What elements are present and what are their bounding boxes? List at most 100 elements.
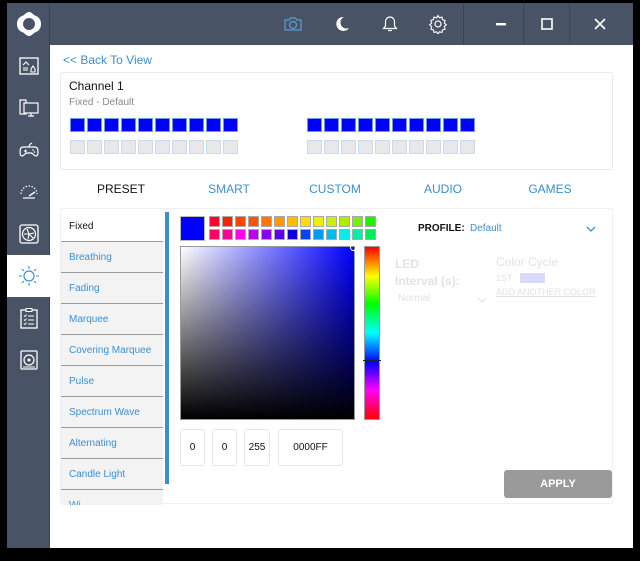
- hue-slider-marker[interactable]: [363, 360, 381, 361]
- led-indicator-lit[interactable]: [426, 118, 441, 132]
- led-indicator-lit[interactable]: [172, 118, 187, 132]
- color-swatch[interactable]: [274, 229, 285, 240]
- notifications-button[interactable]: [368, 3, 412, 45]
- led-indicator-lit[interactable]: [104, 118, 119, 132]
- preset-item[interactable]: Breathing: [61, 242, 163, 273]
- red-input[interactable]: 0: [180, 429, 205, 466]
- color-swatch[interactable]: [313, 229, 324, 240]
- led-indicator-lit[interactable]: [307, 118, 322, 132]
- led-indicator-lit[interactable]: [324, 118, 339, 132]
- preset-item[interactable]: Pulse: [61, 366, 163, 397]
- blue-input[interactable]: 255: [244, 429, 270, 466]
- led-indicator-unlit[interactable]: [426, 140, 441, 154]
- led-indicator-unlit[interactable]: [324, 140, 339, 154]
- led-indicator-lit[interactable]: [223, 118, 238, 132]
- close-button[interactable]: [578, 3, 622, 45]
- color-swatch[interactable]: [339, 229, 350, 240]
- green-input[interactable]: 0: [212, 429, 237, 466]
- color-swatch[interactable]: [261, 216, 272, 227]
- color-swatch[interactable]: [300, 216, 311, 227]
- led-indicator-lit[interactable]: [341, 118, 356, 132]
- led-indicator-unlit[interactable]: [155, 140, 170, 154]
- add-another-color-link[interactable]: ADD ANOTHER COLOR: [496, 287, 596, 297]
- preset-item[interactable]: Candle Light: [61, 459, 163, 490]
- led-indicator-unlit[interactable]: [138, 140, 153, 154]
- color-swatch[interactable]: [222, 216, 233, 227]
- led-indicator-lit[interactable]: [375, 118, 390, 132]
- led-indicator-unlit[interactable]: [172, 140, 187, 154]
- sidebar-item-performance[interactable]: [7, 171, 50, 213]
- profile-dropdown-toggle[interactable]: [585, 221, 597, 239]
- dark-mode-button[interactable]: [320, 3, 364, 45]
- app-logo[interactable]: [7, 3, 50, 45]
- preset-item[interactable]: Covering Marquee: [61, 335, 163, 366]
- led-indicator-unlit[interactable]: [460, 140, 475, 154]
- color-swatch[interactable]: [352, 216, 363, 227]
- color-swatch[interactable]: [209, 229, 220, 240]
- color-swatch[interactable]: [352, 229, 363, 240]
- led-indicator-lit[interactable]: [155, 118, 170, 132]
- preset-item[interactable]: Wi...: [61, 490, 163, 506]
- sidebar-item-fan[interactable]: [7, 213, 50, 255]
- apply-button[interactable]: APPLY: [504, 470, 612, 498]
- led-indicator-lit[interactable]: [206, 118, 221, 132]
- color-swatch[interactable]: [365, 216, 376, 227]
- sidebar-item-tasks[interactable]: [7, 297, 50, 339]
- color-swatch[interactable]: [313, 216, 324, 227]
- led-indicator-unlit[interactable]: [392, 140, 407, 154]
- maximize-button[interactable]: [525, 3, 569, 45]
- led-indicator-unlit[interactable]: [189, 140, 204, 154]
- preset-item[interactable]: Alternating: [61, 428, 163, 459]
- led-indicator-unlit[interactable]: [70, 140, 85, 154]
- led-indicator-lit[interactable]: [409, 118, 424, 132]
- led-indicator-unlit[interactable]: [121, 140, 136, 154]
- led-indicator-unlit[interactable]: [307, 140, 322, 154]
- color-swatch[interactable]: [287, 229, 298, 240]
- color-swatch[interactable]: [222, 229, 233, 240]
- sidebar-item-dashboard[interactable]: [7, 45, 50, 87]
- color-swatch[interactable]: [261, 229, 272, 240]
- color-swatch[interactable]: [235, 229, 246, 240]
- color-swatch[interactable]: [209, 216, 220, 227]
- led-indicator-lit[interactable]: [443, 118, 458, 132]
- led-indicator-unlit[interactable]: [341, 140, 356, 154]
- screenshot-button[interactable]: [271, 3, 315, 45]
- led-indicator-unlit[interactable]: [206, 140, 221, 154]
- tab-smart[interactable]: SMART: [208, 182, 250, 196]
- color-swatch[interactable]: [326, 216, 337, 227]
- tab-games[interactable]: GAMES: [528, 182, 571, 196]
- hex-input[interactable]: 0000FF: [278, 429, 343, 466]
- saturation-value-picker[interactable]: [180, 244, 357, 420]
- color-cycle-first-swatch[interactable]: [520, 273, 545, 283]
- color-swatch[interactable]: [326, 229, 337, 240]
- sidebar-item-audio[interactable]: [7, 339, 50, 381]
- color-swatch[interactable]: [248, 229, 259, 240]
- preset-item[interactable]: Fixed: [61, 211, 163, 242]
- led-indicator-unlit[interactable]: [443, 140, 458, 154]
- led-indicator-lit[interactable]: [189, 118, 204, 132]
- led-indicator-lit[interactable]: [358, 118, 373, 132]
- led-indicator-unlit[interactable]: [409, 140, 424, 154]
- minimize-button[interactable]: [479, 3, 523, 45]
- led-indicator-unlit[interactable]: [223, 140, 238, 154]
- color-swatch[interactable]: [339, 216, 350, 227]
- color-swatch[interactable]: [287, 216, 298, 227]
- color-swatch[interactable]: [274, 216, 285, 227]
- tab-audio[interactable]: AUDIO: [424, 182, 462, 196]
- color-swatch[interactable]: [365, 229, 376, 240]
- led-indicator-unlit[interactable]: [104, 140, 119, 154]
- settings-button[interactable]: [416, 3, 460, 45]
- tab-custom[interactable]: CUSTOM: [309, 182, 361, 196]
- led-indicator-unlit[interactable]: [358, 140, 373, 154]
- led-indicator-lit[interactable]: [138, 118, 153, 132]
- sidebar-item-lighting[interactable]: [7, 255, 50, 297]
- sidebar-item-games[interactable]: [7, 129, 50, 171]
- led-interval-select[interactable]: Normal: [398, 293, 488, 304]
- back-to-view-link[interactable]: << Back To View: [63, 53, 152, 67]
- preset-item[interactable]: Marquee: [61, 304, 163, 335]
- led-indicator-lit[interactable]: [392, 118, 407, 132]
- led-indicator-lit[interactable]: [121, 118, 136, 132]
- preset-item[interactable]: Spectrum Wave: [61, 397, 163, 428]
- hue-slider[interactable]: [363, 246, 381, 420]
- led-indicator-lit[interactable]: [70, 118, 85, 132]
